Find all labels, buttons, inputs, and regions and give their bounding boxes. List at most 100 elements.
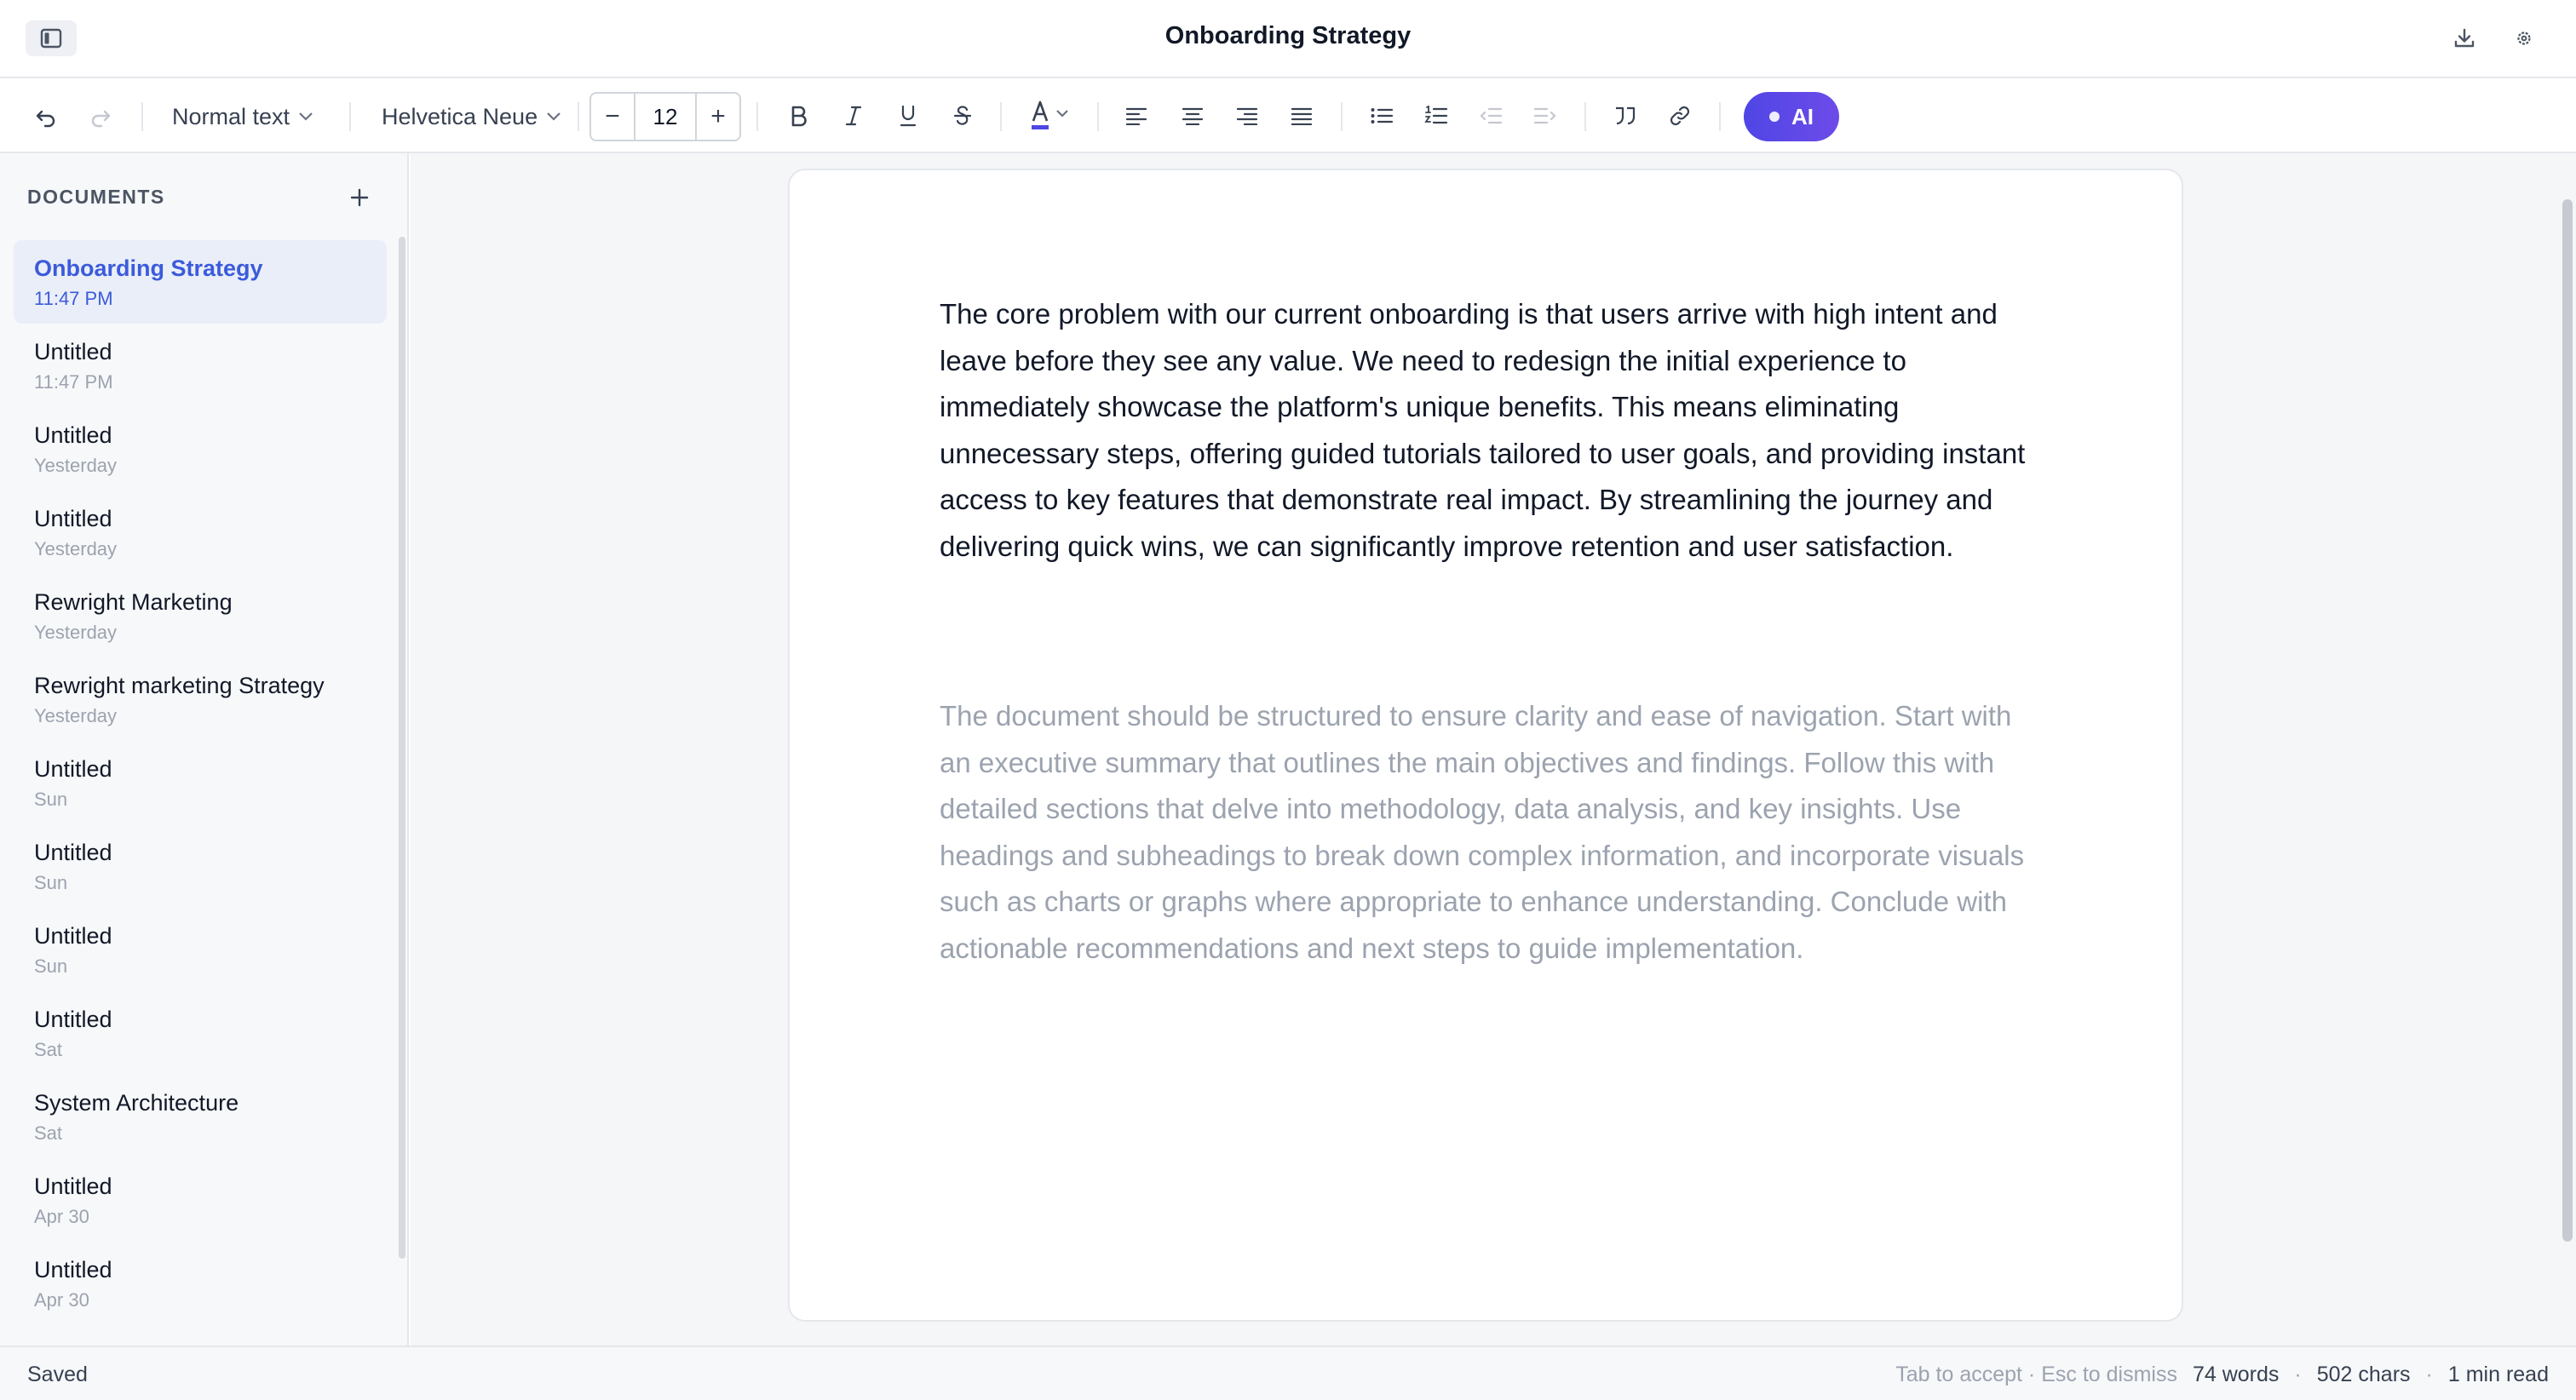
decrease-font-size-button[interactable]: −: [591, 94, 634, 140]
chevron-down-icon: [299, 112, 313, 121]
indent-button[interactable]: [1528, 99, 1562, 133]
documents-header: DOCUMENTS: [27, 186, 165, 208]
toolbar-divider: [1584, 102, 1586, 131]
align-right-icon: [1236, 107, 1258, 125]
strikethrough-button[interactable]: [946, 99, 980, 133]
document-page[interactable]: The core problem with our current onboar…: [788, 169, 2183, 1322]
read-time: 1 min read: [2447, 1363, 2549, 1386]
document-list-item[interactable]: System Architecture Sat: [14, 1075, 387, 1158]
document-item-time: Yesterday: [34, 705, 118, 726]
documents-sidebar: DOCUMENTS Onboarding Strategy 11:47 PM Unt…: [0, 153, 409, 1345]
underline-button[interactable]: [891, 99, 925, 133]
block-style-label: Normal text: [172, 103, 290, 129]
document-paragraph[interactable]: The core problem with our current onboar…: [940, 291, 2030, 570]
undo-icon: [36, 110, 55, 128]
redo-icon: [91, 110, 111, 128]
toolbar-divider: [1719, 102, 1721, 131]
document-list-item[interactable]: Untitled Yesterday: [14, 407, 387, 491]
settings-button[interactable]: [2510, 24, 2539, 53]
document-list-item[interactable]: Untitled Sat: [14, 991, 387, 1075]
quote-icon: [1616, 106, 1636, 125]
increase-font-size-button[interactable]: +: [697, 94, 739, 140]
document-list: Onboarding Strategy 11:47 PM Untitled 11:47…: [14, 240, 387, 1325]
status-separator: ·: [2425, 1363, 2433, 1386]
quote-button[interactable]: [1608, 99, 1642, 133]
ai-suggestion-text: The document should be structured to ens…: [940, 700, 2025, 964]
save-status: Saved: [27, 1363, 88, 1386]
title-bar: Onboarding Strategy: [0, 0, 2576, 78]
bullet-list-button[interactable]: [1365, 99, 1399, 133]
download-icon: [2454, 28, 2475, 48]
toolbar-divider: [141, 102, 143, 131]
italic-button[interactable]: [837, 99, 871, 133]
document-item-time: Yesterday: [34, 455, 118, 476]
document-item-time: 11:47 PM: [34, 371, 113, 393]
redo-button[interactable]: [83, 100, 118, 135]
link-icon: [1670, 106, 1690, 126]
new-document-button[interactable]: [344, 182, 375, 213]
toolbar-divider: [1097, 102, 1099, 131]
document-item-time: Yesterday: [34, 538, 118, 559]
font-family-dropdown[interactable]: Helvetica Neue: [382, 99, 561, 135]
document-list-item[interactable]: Untitled Sun: [14, 741, 387, 824]
toolbar-divider: [1000, 102, 1002, 131]
document-item-title: Rewright Marketing: [34, 589, 233, 615]
align-left-button[interactable]: [1119, 99, 1153, 133]
underline-icon: [900, 105, 917, 127]
block-style-dropdown[interactable]: Normal text: [172, 99, 313, 135]
document-list-item[interactable]: Rewright Marketing Yesterday: [14, 574, 387, 657]
document-item-title: Rewright marketing Strategy: [34, 673, 325, 698]
document-item-title: Untitled: [34, 840, 112, 865]
document-item-title: Untitled: [34, 422, 112, 448]
ai-dot-icon: [1769, 112, 1780, 122]
document-item-title: Untitled: [34, 1007, 112, 1032]
font-size-stepper: − 12 +: [589, 92, 741, 141]
link-button[interactable]: [1663, 99, 1697, 133]
document-item-time: Sun: [34, 789, 68, 810]
numbered-list-button[interactable]: [1419, 99, 1453, 133]
bullet-list-icon: [1371, 108, 1394, 123]
document-item-time: Apr 30: [34, 1289, 89, 1311]
document-list-item[interactable]: Untitled Sun: [14, 824, 387, 908]
font-size-input[interactable]: 12: [634, 94, 697, 140]
undo-button[interactable]: [29, 100, 63, 135]
status-separator: ·: [2294, 1363, 2302, 1386]
toolbar-divider: [1341, 102, 1343, 131]
document-list-item[interactable]: Untitled Yesterday: [14, 491, 387, 574]
chevron-down-icon: [547, 112, 561, 121]
document-list-item[interactable]: Rewright marketing Strategy Yesterday: [14, 657, 387, 741]
status-bar: Saved Tab to accept · Esc to dismiss 74 …: [0, 1345, 2576, 1400]
bold-button[interactable]: [782, 99, 816, 133]
document-item-title: Untitled: [34, 1173, 112, 1199]
justify-button[interactable]: [1285, 99, 1319, 133]
document-list-item[interactable]: Untitled Apr 30: [14, 1242, 387, 1325]
bold-icon: [791, 106, 807, 127]
indent-icon: [1533, 107, 1556, 124]
status-stats: Tab to accept · Esc to dismiss 74 words …: [1895, 1363, 2549, 1387]
align-center-button[interactable]: [1176, 99, 1210, 133]
document-item-title: Untitled: [34, 1257, 112, 1282]
align-right-button[interactable]: [1230, 99, 1264, 133]
italic-icon: [845, 106, 862, 126]
document-list-item[interactable]: Untitled Sun: [14, 908, 387, 991]
outdent-button[interactable]: [1474, 99, 1508, 133]
document-item-title: Untitled: [34, 339, 112, 364]
suggestion-hint: Tab to accept · Esc to dismiss: [1895, 1363, 2177, 1386]
document-list-item[interactable]: Onboarding Strategy 11:47 PM: [14, 240, 387, 324]
document-item-time: 11:47 PM: [34, 288, 113, 309]
toolbar-divider: [756, 102, 758, 131]
document-item-time: Yesterday: [34, 622, 118, 643]
align-left-icon: [1125, 107, 1147, 125]
document-item-time: Sun: [34, 872, 68, 893]
document-item-time: Sun: [34, 955, 68, 977]
plus-icon: [350, 188, 369, 207]
sidebar-scrollbar[interactable]: [399, 237, 405, 1259]
text-color-button[interactable]: [1024, 97, 1078, 135]
ai-assistant-button[interactable]: AI: [1744, 92, 1839, 141]
editor-scrollbar[interactable]: [2562, 199, 2573, 1242]
document-list-item[interactable]: Untitled Apr 30: [14, 1158, 387, 1242]
document-list-item[interactable]: Untitled 11:47 PM: [14, 324, 387, 407]
align-center-icon: [1182, 107, 1204, 125]
document-title: Onboarding Strategy: [1164, 22, 1412, 49]
download-button[interactable]: [2450, 24, 2479, 53]
